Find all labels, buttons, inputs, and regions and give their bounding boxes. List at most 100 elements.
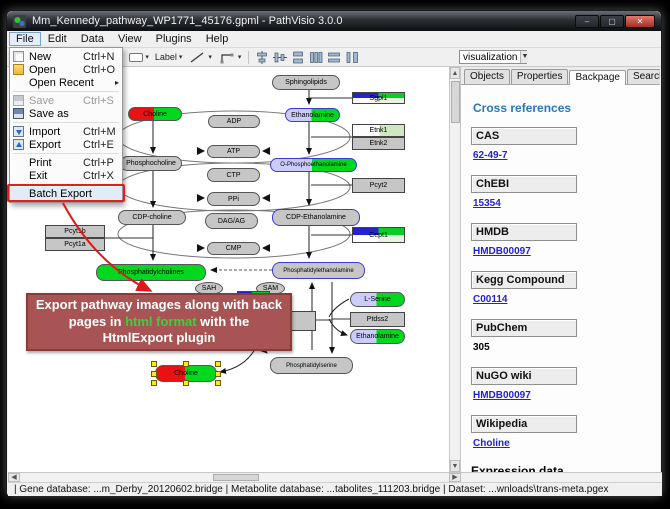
selection-handle[interactable] — [215, 380, 221, 386]
xref-link[interactable]: HMDB00097 — [473, 390, 531, 401]
selection-handle[interactable] — [183, 361, 189, 367]
pathway-node-choline[interactable]: Choline — [128, 107, 182, 121]
stack-horizontal-icon[interactable] — [309, 51, 323, 64]
cross-references-heading: Cross references — [473, 101, 660, 115]
selection-handle[interactable] — [215, 361, 221, 367]
scroll-up-icon[interactable]: ▲ — [450, 67, 460, 79]
xref-source-name: PubChem — [471, 319, 577, 337]
pathway-node-ppi[interactable]: PPi — [207, 192, 260, 206]
pathway-node-cept1[interactable]: Cept1 — [352, 227, 405, 243]
menubar-item-file[interactable]: File — [9, 32, 41, 46]
tab-properties[interactable]: Properties — [511, 69, 569, 84]
xref-link[interactable]: Choline — [473, 438, 510, 449]
same-width-icon[interactable] — [327, 51, 341, 64]
scroll-down-icon[interactable]: ▼ — [450, 460, 460, 472]
stack-vertical-icon[interactable] — [291, 51, 305, 64]
pathway-node-phosphatidylcholines[interactable]: Phosphatidylcholines — [96, 264, 206, 281]
menubar-item-plugins[interactable]: Plugins — [149, 32, 199, 46]
pathway-node-pcyt1a[interactable]: Pcyt1a — [45, 238, 105, 251]
xref-source-name: Kegg Compound — [471, 271, 577, 289]
pathway-node-phosphatidylethanolamine[interactable]: Phosphatidylethanolamine — [272, 262, 365, 279]
align-center-x-icon[interactable] — [255, 51, 269, 64]
canvas-vertical-scrollbar[interactable]: ▲ ▼ — [449, 67, 461, 472]
same-height-icon[interactable] — [345, 51, 359, 64]
menu-item-exit[interactable]: ExitCtrl+X — [10, 169, 122, 182]
status-text: | Gene database: ...m_Derby_20120602.bri… — [14, 484, 608, 495]
menu-item-import[interactable]: ImportCtrl+M — [10, 125, 122, 138]
pathway-node-ptdss2[interactable]: Ptdss2 — [350, 312, 405, 327]
pathway-node-phosphocholine[interactable]: Phosphocholine — [120, 156, 182, 171]
selection-handle[interactable] — [215, 371, 221, 377]
pathway-node-cdp-choline[interactable]: CDP-choline — [118, 210, 186, 225]
menu-item-save[interactable]: SaveCtrl+S — [10, 94, 122, 107]
visualization-combobox[interactable]: visualization▼ — [459, 50, 527, 64]
xref-link[interactable]: 62-49-7 — [473, 150, 507, 161]
new-icon — [13, 51, 24, 62]
maximize-button[interactable]: ▢ — [600, 15, 624, 28]
menu-item-new[interactable]: NewCtrl+N — [10, 50, 122, 63]
pathway-node-sphingolipids[interactable]: Sphingolipids — [272, 75, 340, 90]
pathway-node-cdp-ethanolamine[interactable]: CDP-Ethanolamine — [272, 209, 360, 226]
callout-highlight: html format — [125, 314, 197, 329]
pathway-node-ctp[interactable]: CTP — [207, 168, 260, 182]
connector-tool-button[interactable]: ▾ — [215, 50, 245, 65]
pathway-node-dag-ag[interactable]: DAG/AG — [205, 213, 258, 229]
menu-separator — [13, 122, 119, 123]
selection-handle[interactable] — [151, 361, 157, 367]
pathway-node-adp[interactable]: ADP — [208, 115, 260, 128]
menu-item-save-as[interactable]: Save as — [10, 107, 122, 120]
pathway-node-phosphatidylserine[interactable]: Phosphatidylserine — [270, 357, 353, 374]
close-button[interactable]: ✕ — [625, 15, 655, 28]
tab-backpage[interactable]: Backpage — [569, 70, 625, 85]
title-bar[interactable]: Mm_Kennedy_pathway_WP1771_45176.gpml - P… — [7, 11, 661, 31]
xref-source-name: ChEBI — [471, 175, 577, 193]
menu-item-label: New — [29, 51, 83, 63]
menu-item-print[interactable]: PrintCtrl+P — [10, 156, 122, 169]
pathway-node-atp[interactable]: ATP — [207, 145, 260, 158]
pathway-node-etnk1[interactable]: Etnk1 — [352, 124, 405, 137]
tab-search[interactable]: Search — [627, 69, 660, 84]
menubar-item-data[interactable]: Data — [74, 32, 111, 46]
save-icon — [13, 95, 24, 106]
menu-icon-placeholder — [13, 157, 24, 168]
menu-item-open[interactable]: OpenCtrl+O — [10, 63, 122, 76]
pathway-node-l-serine[interactable]: L-Serine — [350, 292, 405, 307]
selection-handle[interactable] — [151, 371, 157, 377]
horizontal-scroll-thumb[interactable] — [213, 474, 259, 481]
label-tool-text: Label — [155, 52, 177, 62]
pathway-node-etnk2[interactable]: Etnk2 — [352, 137, 405, 150]
xref-link[interactable]: HMDB00097 — [473, 246, 531, 257]
tab-objects[interactable]: Objects — [464, 69, 510, 84]
menubar-item-edit[interactable]: Edit — [41, 32, 74, 46]
pathway-node-cmp[interactable]: CMP — [207, 242, 260, 255]
pathway-node-pcyt1b[interactable]: Pcyt1b — [45, 225, 105, 238]
scroll-left-icon[interactable]: ◀ — [8, 473, 20, 482]
pathway-node-pcyt2[interactable]: Pcyt2 — [352, 178, 405, 193]
vertical-scroll-thumb[interactable] — [451, 81, 460, 123]
datanode-tool-button[interactable]: ▾ — [126, 52, 152, 63]
selection-handle[interactable] — [151, 380, 157, 386]
label-tool-button[interactable]: Label▾ — [152, 51, 186, 63]
menubar-item-view[interactable]: View — [111, 32, 149, 46]
xref-link[interactable]: 15354 — [473, 198, 501, 209]
menu-shortcut: Ctrl+P — [83, 157, 119, 169]
selection-handle[interactable] — [183, 380, 189, 386]
side-panel-tabs: ObjectsPropertiesBackpageSearchLegend — [461, 67, 660, 85]
line-tool-button[interactable]: ▾ — [185, 50, 215, 65]
toolbar-separator — [248, 51, 249, 64]
menu-item-export[interactable]: ExportCtrl+E — [10, 138, 122, 151]
align-center-y-icon[interactable] — [273, 51, 287, 64]
pathway-node-ethanolamine[interactable]: Ethanolamine — [285, 108, 340, 122]
xref-link[interactable]: C00114 — [473, 294, 507, 305]
pathway-node-sgpl1[interactable]: Sgpl1 — [352, 92, 405, 104]
visualization-dropdown-icon[interactable]: ▼ — [520, 51, 528, 63]
menubar-item-help[interactable]: Help — [199, 32, 236, 46]
canvas-horizontal-scrollbar[interactable]: ◀ ▶ — [8, 472, 662, 482]
pathway-node-o-phosphoethanolamine[interactable]: O-Phosphoethanolamine — [270, 158, 357, 172]
menu-item-label: Print — [29, 157, 83, 169]
menu-item-open-recent[interactable]: Open Recent▸ — [10, 76, 122, 89]
scroll-right-icon[interactable]: ▶ — [449, 473, 461, 482]
minimize-button[interactable]: – — [575, 15, 599, 28]
pathway-node-ethanolamine[interactable]: Ethanolamine — [350, 329, 405, 344]
menu-item-label: Open Recent — [29, 77, 94, 89]
